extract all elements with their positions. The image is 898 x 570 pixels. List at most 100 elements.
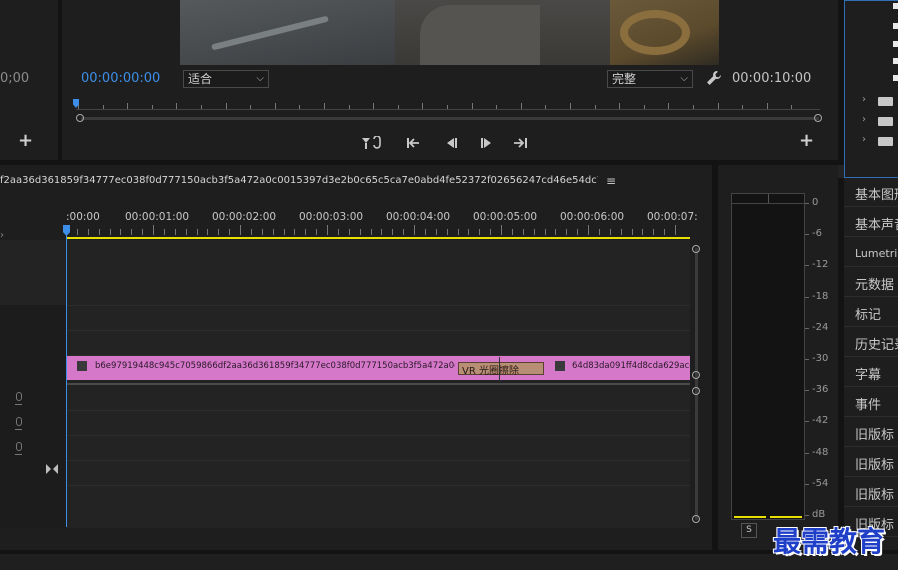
db-scale-label: -36 [812, 384, 829, 396]
program-zoom-scrollbar[interactable] [81, 117, 819, 120]
ruler-tick [337, 229, 339, 235]
ruler-tick [392, 229, 394, 235]
ruler-tick [102, 105, 104, 109]
panel-tab-item[interactable]: 基本声音 [855, 214, 898, 233]
program-add-button[interactable]: + [799, 132, 814, 150]
ruler-tick [717, 103, 719, 109]
panel-tab-item[interactable]: 元数据 [855, 274, 894, 293]
fit-zoom-select[interactable]: 适合 ⌵ [183, 70, 269, 88]
ruler-tick [609, 229, 611, 235]
sequence-tab-title[interactable]: f2aa36d361859f34777ec038f0d777150acb3f5a… [0, 175, 598, 186]
ruler-tick [359, 229, 361, 235]
ruler-tick [501, 225, 502, 235]
scroll-handle-top[interactable] [692, 245, 700, 253]
panel-item-divider [844, 206, 898, 207]
db-scale-label: -30 [812, 353, 829, 364]
panel-tab-item[interactable]: 旧版标 [855, 454, 894, 473]
panel-tab-item[interactable]: 字幕 [855, 364, 881, 383]
ruler-tick [373, 103, 375, 109]
ruler-tick [766, 103, 768, 109]
panel-tab-item[interactable]: 旧版标 [855, 484, 894, 503]
chevron-right-icon[interactable]: › [862, 134, 866, 145]
chevron-down-icon: ⌵ [256, 73, 264, 84]
ruler-tick [414, 225, 415, 235]
ruler-tick [457, 229, 459, 235]
zoom-handle-right[interactable] [814, 114, 822, 122]
timeline-vertical-scrollbar[interactable] [695, 248, 698, 520]
step-forward-icon[interactable] [479, 136, 495, 154]
ruler-tick [174, 229, 176, 235]
folder-icon [878, 117, 893, 126]
work-area-bar[interactable] [67, 237, 690, 239]
source-add-button[interactable]: + [18, 132, 33, 150]
playback-quality-select[interactable]: 完整 ⌵ [607, 70, 693, 88]
time-ruler[interactable]: :00:00 00:00:01:00 00:00:02:00 00:00:03:00 0… [66, 205, 698, 235]
microphone-icon[interactable] [15, 417, 22, 430]
wrench-icon[interactable] [706, 70, 722, 86]
ruler-tick [283, 229, 285, 235]
ruler-tick [422, 103, 424, 109]
ruler-tick [668, 103, 670, 109]
panel-tab-item[interactable]: Lumetri [855, 247, 897, 260]
transition-vr-iris-wipe[interactable]: VR 光圈擦除 [458, 357, 544, 381]
panel-tab-item[interactable]: 历史记录 [855, 334, 898, 353]
db-scale-tick [805, 515, 809, 516]
folder-icon [878, 137, 893, 146]
panel-tab-item[interactable]: 事件 [855, 394, 881, 413]
db-scale-tick [805, 390, 809, 392]
go-to-in-icon[interactable] [406, 136, 422, 154]
ruler-tick [446, 229, 448, 235]
step-back-icon[interactable] [443, 136, 459, 154]
ruler-tick [490, 229, 492, 235]
scroll-handle[interactable] [692, 387, 700, 395]
ruler-tick [348, 229, 350, 235]
ruler-tick [240, 225, 241, 235]
chevron-right-icon[interactable]: › [862, 114, 866, 125]
panel-tab-item[interactable]: 旧版标 [855, 424, 894, 443]
ruler-tick [577, 229, 579, 235]
ruler-tick [98, 229, 100, 235]
ruler-tick [588, 225, 589, 235]
program-current-time[interactable]: 00:00:00:00 [81, 71, 160, 86]
ruler-tick [218, 229, 220, 235]
db-scale-label: -24 [812, 321, 829, 333]
bowtie-icon[interactable] [46, 463, 58, 477]
db-scale-label: dB [812, 509, 826, 520]
panel-item-divider [844, 386, 898, 387]
chevron-down-icon: ⌵ [680, 73, 688, 84]
db-scale-label: -42 [812, 415, 829, 427]
ruler-tick [127, 103, 129, 109]
ruler-tick [533, 229, 535, 235]
ruler-tick [479, 229, 481, 235]
db-scale-label: 0 [812, 197, 819, 208]
watermark-logo: 最需教育 [773, 525, 886, 558]
track-area[interactable] [0, 240, 690, 528]
panel-item-divider [844, 476, 898, 477]
solo-button[interactable]: S [741, 523, 757, 538]
db-scale-tick [805, 359, 809, 360]
scroll-handle[interactable] [692, 371, 700, 379]
microphone-icon[interactable] [15, 392, 22, 405]
ruler-label: 00:00:07: [647, 211, 698, 223]
db-scale-label: -6 [812, 228, 822, 240]
panel-menu-icon[interactable]: ≡ [606, 174, 616, 188]
db-scale-label: -54 [812, 477, 829, 489]
insert-marker-icon[interactable] [361, 135, 383, 154]
chevron-right-icon[interactable]: › [862, 94, 866, 105]
panel-tab-item[interactable]: 基本图形 [855, 184, 898, 203]
video-clip[interactable]: b6e97919448c945c7059866df2aa36d361859f34… [67, 356, 690, 381]
zoom-handle-left[interactable] [76, 114, 84, 122]
ruler-tick [643, 105, 645, 109]
microphone-icon[interactable] [15, 442, 22, 455]
folder-icon [878, 97, 893, 106]
fx-badge-icon [77, 361, 87, 371]
panel-tab-item[interactable]: 标记 [855, 304, 881, 323]
go-to-out-icon[interactable] [512, 136, 528, 154]
ruler-label: 00:00:05:00 [473, 211, 538, 223]
playhead-line[interactable] [66, 230, 67, 527]
ruler-tick [196, 229, 198, 235]
ruler-tick [250, 105, 252, 109]
ruler-tick [305, 229, 307, 235]
scroll-handle-bottom[interactable] [692, 515, 700, 523]
program-duration: 00:00:10:00 [732, 71, 812, 86]
